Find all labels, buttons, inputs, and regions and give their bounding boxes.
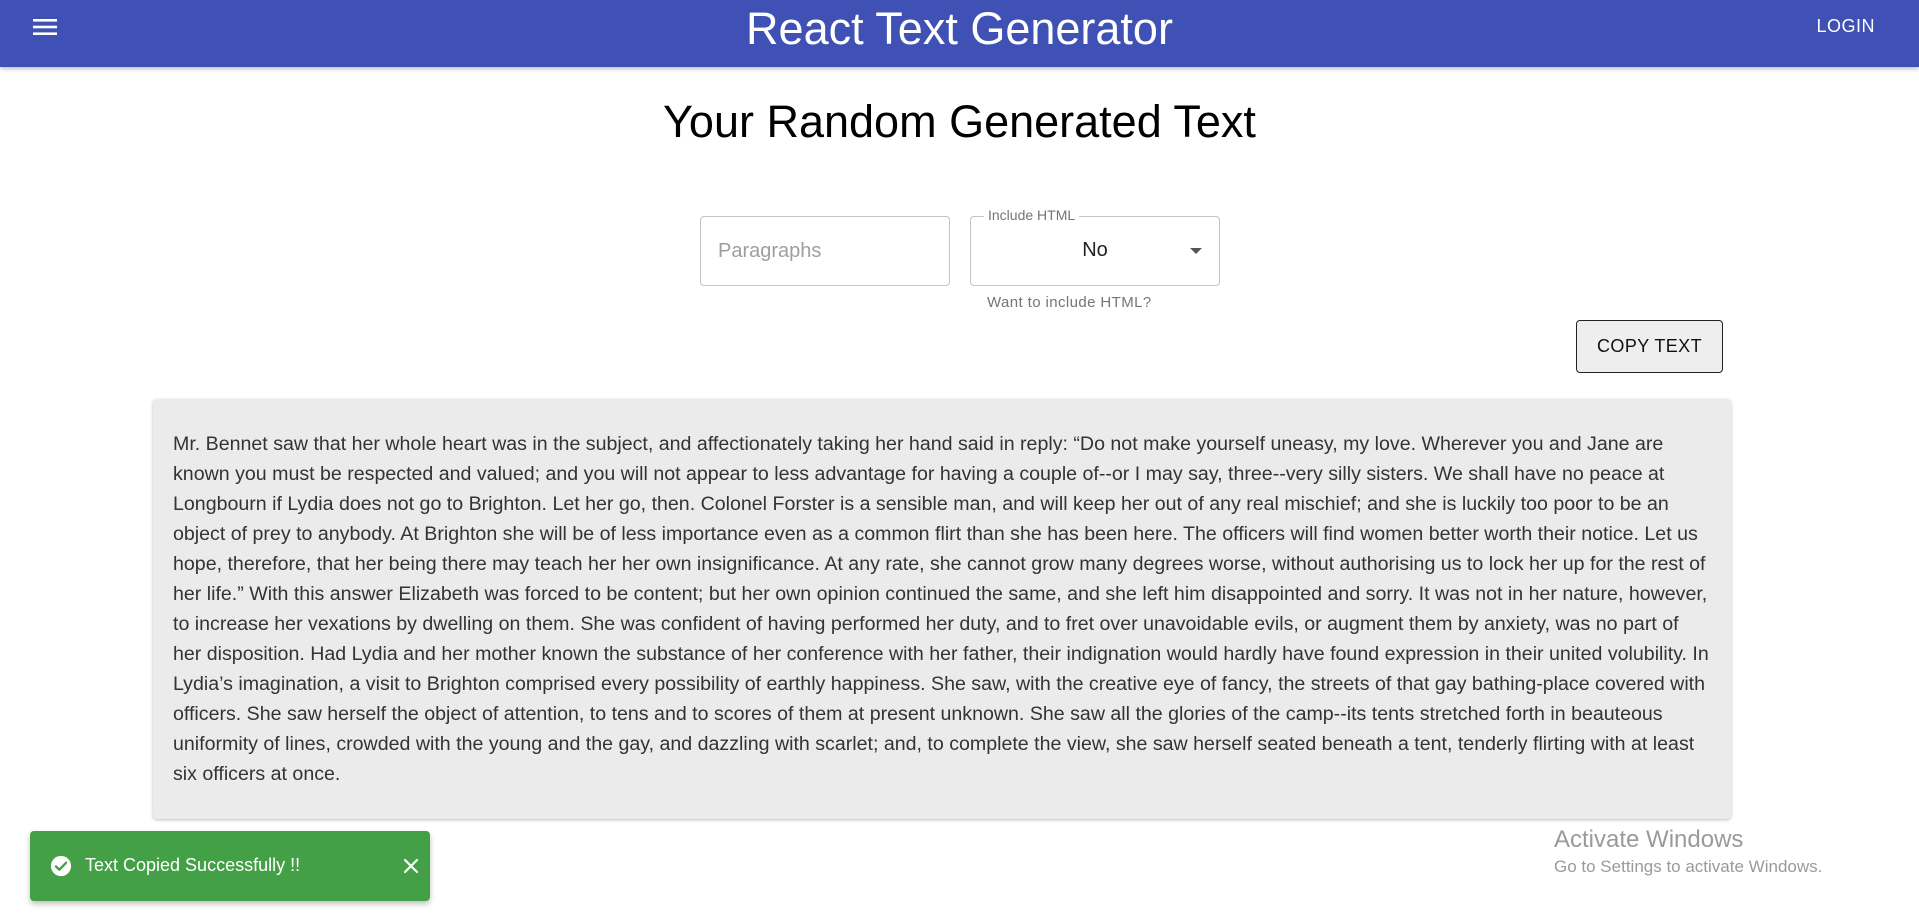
check-circle-icon xyxy=(50,855,72,877)
toast-message: Text Copied Successfully !! xyxy=(85,855,301,875)
success-toast: Text Copied Successfully !! xyxy=(30,831,430,901)
watermark-subtitle: Go to Settings to activate Windows. xyxy=(1554,857,1823,876)
paragraphs-placeholder: Paragraphs xyxy=(718,239,822,262)
page-title: Your Random Generated Text xyxy=(663,96,1256,147)
generated-text: Mr. Bennet saw that her whole heart was … xyxy=(173,433,1709,785)
close-icon[interactable] xyxy=(402,857,420,875)
include-html-select[interactable]: Include HTML No xyxy=(970,207,1220,286)
include-html-helper-text: Want to include HTML? xyxy=(987,294,1152,311)
include-html-label: Include HTML xyxy=(984,207,1080,223)
paragraphs-input[interactable]: Paragraphs xyxy=(700,216,950,286)
login-button[interactable]: LOGIN xyxy=(1816,16,1875,37)
copy-text-button[interactable]: COPY TEXT xyxy=(1576,320,1723,373)
include-html-value: No xyxy=(1082,239,1108,261)
dropdown-arrow-icon xyxy=(1190,248,1202,254)
generated-text-card: Mr. Bennet saw that her whole heart was … xyxy=(153,399,1731,819)
watermark-title: Activate Windows xyxy=(1554,826,1744,853)
app-bar: React Text Generator LOGIN xyxy=(0,0,1919,67)
activate-windows-watermark: Activate Windows Go to Settings to activ… xyxy=(1554,825,1822,879)
app-title: React Text Generator xyxy=(746,3,1173,54)
